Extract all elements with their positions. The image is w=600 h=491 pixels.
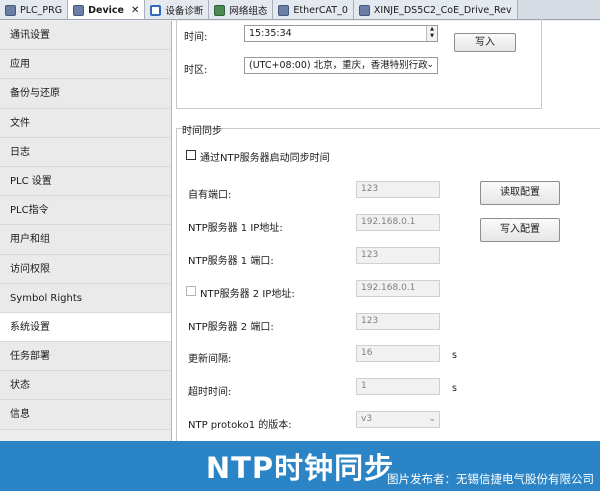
ntp2-enable-checkbox[interactable] [186,286,196,296]
ntp2-port-field[interactable]: 123 [356,313,440,330]
enable-ntp-checkbox[interactable] [186,150,196,160]
tab-label: XINJE_DS5C2_CoE_Drive_Rev [373,4,512,16]
tab-label: Device [88,4,124,16]
tab-device-diagnostics[interactable]: 设备诊断 [145,0,210,19]
document-icon [358,4,370,16]
sidebar-item-application[interactable]: 应用 [0,50,171,80]
sidebar-item-task-deployment[interactable]: 任务部署 [0,342,171,372]
tab-label: 设备诊断 [165,6,204,17]
tab-xinje-drive[interactable]: XINJE_DS5C2_CoE_Drive_Rev [353,0,518,19]
sidebar-item-log[interactable]: 日志 [0,137,171,167]
ntp2-ip-field[interactable]: 192.168.0.1 [356,280,440,297]
ntp1-port-label: NTP服务器 1 端口: [188,256,274,267]
ntp2-ip-label: NTP服务器 2 IP地址: [200,289,295,300]
tab-label: 网络组态 [229,6,268,17]
caption-banner: NTP时钟同步 图片发布者：无锡信捷电气股份有限公司 [0,441,600,491]
sidebar-item-system-settings[interactable]: 系统设置 [0,312,171,343]
read-config-button[interactable]: 读取配置 [480,181,560,205]
sidebar-item-access-rights[interactable]: 访问权限 [0,254,171,284]
ntp1-ip-field[interactable]: 192.168.0.1 [356,214,440,231]
tab-ethercat[interactable]: EtherCAT_0 [273,0,354,19]
tab-label: EtherCAT_0 [293,4,348,16]
document-icon [5,4,16,16]
timezone-label: 时区: [184,65,208,76]
timeout-field[interactable]: 1 [356,378,440,395]
sidebar-item-plc-settings[interactable]: PLC 设置 [0,166,171,197]
publisher-credit: 图片发布者：无锡信捷电气股份有限公司 [387,472,594,486]
update-interval-unit: s [452,350,457,361]
timezone-value: (UTC+08:00) 北京，重庆，香港特别行政 [249,60,428,71]
chevron-down-icon: ⌄ [426,60,434,70]
enable-ntp-label: 通过NTP服务器启动同步时间 [200,153,330,164]
write-time-button[interactable]: 写入 [454,33,516,52]
editor-tab-bar: PLC_PRG Device ✕ 设备诊断 网络组态 EtherCAT_0 XI… [0,0,600,20]
timezone-select[interactable]: (UTC+08:00) 北京，重庆，香港特别行政 ⌄ [244,57,438,74]
ntp1-port-field[interactable]: 123 [356,247,440,264]
sidebar-item-users-groups[interactable]: 用户和组 [0,225,171,255]
sidebar-item-symbol-rights[interactable]: Symbol Rights [0,283,171,313]
sidebar-item-plc-instructions[interactable]: PLC指令 [0,196,171,226]
device-icon [73,4,85,16]
protocol-version-value: v3 [361,414,373,424]
own-port-field[interactable]: 123 [356,181,440,198]
tab-label: PLC_PRG [20,4,63,16]
ntp1-ip-label: NTP服务器 1 IP地址: [188,223,283,234]
spin-arrows-icon[interactable]: ▲ ▼ [426,26,437,41]
write-config-button[interactable]: 写入配置 [480,218,560,242]
protocol-version-label: NTP protoko1 的版本: [188,420,292,431]
time-input[interactable]: 15:35:34 ▲ ▼ [244,25,438,42]
sidebar-item-communication[interactable]: 通讯设置 [0,21,171,51]
device-sidebar: 通讯设置 应用 备份与还原 文件 日志 PLC 设置 PLC指令 用户和组 访问… [0,21,172,441]
timeout-label: 超时时间: [188,387,232,398]
search-icon [150,4,162,16]
time-value: 15:35:34 [249,28,292,39]
network-icon [214,4,226,16]
update-interval-field[interactable]: 16 [356,345,440,362]
tab-device[interactable]: Device ✕ [68,0,146,19]
ntp2-port-label: NTP服务器 2 端口: [188,322,274,333]
own-port-label: 自有端口: [188,190,232,201]
system-settings-panel: 时间: 15:35:34 ▲ ▼ 时区: (UTC+08:00) 北京，重庆，香港… [172,19,600,448]
close-icon[interactable]: ✕ [131,5,139,16]
protocol-version-select[interactable]: v3 ⌄ [356,411,440,428]
tab-plc-prg[interactable]: PLC_PRG [0,0,69,19]
time-label: 时间: [184,32,208,43]
sidebar-item-backup-restore[interactable]: 备份与还原 [0,79,171,109]
sidebar-item-files[interactable]: 文件 [0,108,171,138]
update-interval-label: 更新间隔: [188,354,232,365]
timeout-unit: s [452,383,457,394]
document-icon [278,4,290,16]
time-sync-group-title: 时间同步 [182,126,222,137]
tab-network-config[interactable]: 网络组态 [209,0,274,19]
chevron-down-icon: ⌄ [428,414,436,424]
sidebar-item-status[interactable]: 状态 [0,371,171,401]
sidebar-item-information[interactable]: 信息 [0,400,171,430]
